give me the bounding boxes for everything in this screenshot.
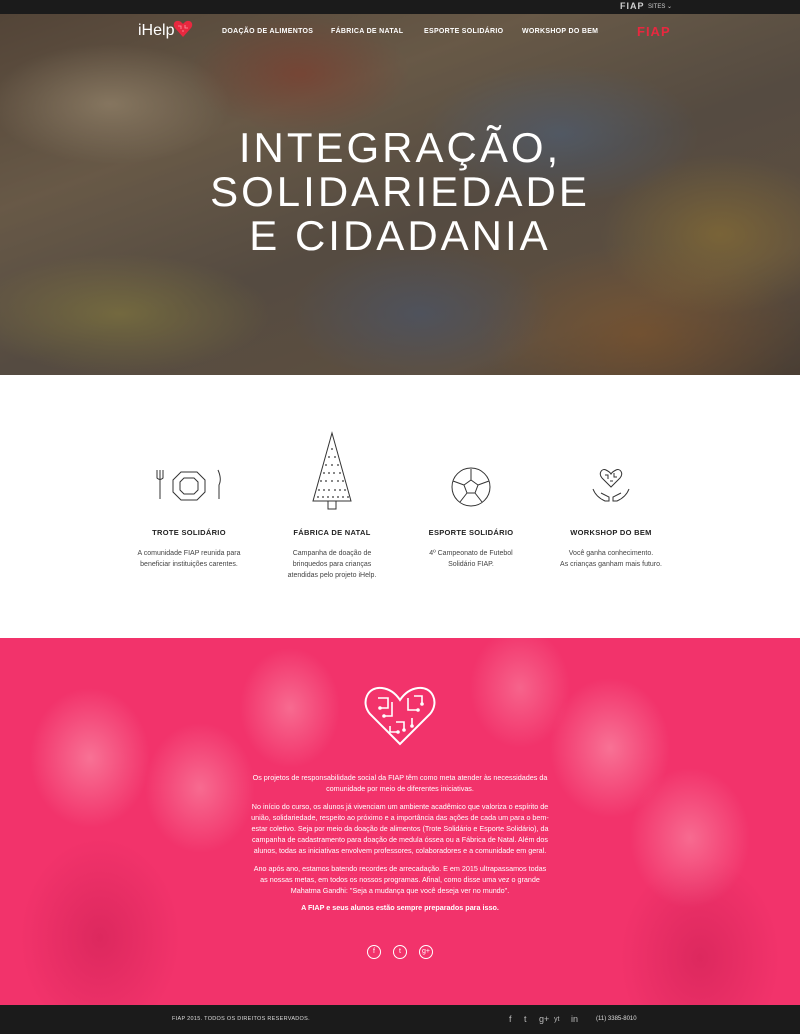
footer-google-plus-icon[interactable]: g+ — [539, 1014, 549, 1024]
mission-section: Os projetos de responsabilidade social d… — [0, 638, 800, 1005]
feature-title: TROTE SOLIDÁRIO — [152, 528, 226, 537]
ihelp-logo[interactable]: iHelp — [138, 22, 174, 40]
nav-doacao-alimentos[interactable]: DOAÇÃO DE ALIMENTOS — [222, 28, 313, 35]
hero-title-line: INTEGRAÇÃO, — [238, 124, 562, 171]
footer-twitter-icon[interactable]: t — [524, 1014, 527, 1024]
main-nav: iHelp DOAÇÃO DE ALIMENTOS FÁBRICA DE NAT… — [0, 14, 800, 50]
sites-dropdown[interactable]: SITES ⌄ — [648, 3, 672, 10]
soccer-ball-icon — [451, 467, 491, 507]
feature-desc-line: Solidário FIAP. — [448, 561, 494, 568]
fiap-brand-small[interactable]: FIAP — [620, 1, 645, 11]
feature-desc: Você ganha conhecimento. As crianças gan… — [541, 548, 681, 570]
feature-title: ESPORTE SOLIDÁRIO — [428, 528, 514, 537]
footer-facebook-icon[interactable]: f — [509, 1014, 512, 1024]
plate-cutlery-icon — [156, 469, 221, 501]
feature-desc: Campanha de doação de brinquedos para cr… — [262, 548, 402, 581]
nav-workshop-bem[interactable]: WORKSHOP DO BEM — [522, 28, 598, 35]
twitter-icon[interactable]: t — [393, 945, 407, 959]
mission-text: Os projetos de responsabilidade social d… — [250, 772, 550, 912]
footer: FIAP 2015. TODOS OS DIREITOS RESERVADOS.… — [0, 1005, 800, 1034]
hero-title: INTEGRAÇÃO, SOLIDARIEDADE E CIDADANIA — [0, 126, 800, 258]
hero-title-line: E CIDADANIA — [249, 212, 551, 259]
top-bar: FIAP SITES ⌄ — [0, 0, 800, 14]
feature-desc-line: As crianças ganham mais futuro. — [560, 561, 662, 568]
heart-logo-icon — [173, 20, 193, 37]
footer-youtube-icon[interactable]: yt — [554, 1016, 559, 1023]
circuit-heart-icon — [364, 686, 436, 746]
christmas-tree-icon — [312, 431, 352, 510]
feature-desc-line: atendidas pelo projeto iHelp. — [287, 572, 377, 579]
mission-paragraph: Ano após ano, estamos batendo recordes d… — [253, 864, 547, 895]
nav-esporte-solidario[interactable]: ESPORTE SOLIDÁRIO — [424, 28, 503, 35]
chevron-down-icon: ⌄ — [667, 4, 673, 10]
hands-heart-icon — [592, 469, 630, 502]
feature-desc-line: A comunidade FIAP reunida para — [137, 550, 241, 557]
footer-linkedin-icon[interactable]: in — [571, 1014, 578, 1024]
facebook-icon[interactable]: f — [367, 945, 381, 959]
feature-desc-line: brinquedos para crianças — [292, 561, 372, 568]
feature-desc-line: 4º Campeonato de Futebol — [429, 550, 513, 557]
feature-desc: 4º Campeonato de Futebol Solidário FIAP. — [401, 548, 541, 570]
features-section: TROTE SOLIDÁRIO A comunidade FIAP reunid… — [0, 375, 800, 638]
hero-title-line: SOLIDARIEDADE — [210, 168, 590, 215]
feature-desc-line: Campanha de doação de — [292, 550, 372, 557]
feature-desc-line: beneficiar instituições carentes. — [140, 561, 238, 568]
google-plus-icon[interactable]: g+ — [419, 945, 433, 959]
mission-closing: A FIAP e seus alunos estão sempre prepar… — [301, 903, 499, 912]
nav-fabrica-natal[interactable]: FÁBRICA DE NATAL — [331, 28, 403, 35]
feature-desc-line: Você ganha conhecimento. — [568, 550, 654, 557]
mission-paragraph: No início do curso, os alunos já vivenci… — [251, 802, 549, 855]
feature-desc: A comunidade FIAP reunida para beneficia… — [119, 548, 259, 570]
mission-paragraph: Os projetos de responsabilidade social d… — [252, 773, 548, 793]
sites-label: SITES — [648, 4, 666, 10]
feature-title: WORKSHOP DO BEM — [570, 528, 652, 537]
fiap-logo[interactable]: FIAP — [637, 24, 671, 39]
copyright-text: FIAP 2015. TODOS OS DIREITOS RESERVADOS. — [172, 1016, 310, 1022]
phone-number: (11) 3385-8010 — [596, 1016, 637, 1022]
feature-title: FÁBRICA DE NATAL — [293, 528, 371, 537]
